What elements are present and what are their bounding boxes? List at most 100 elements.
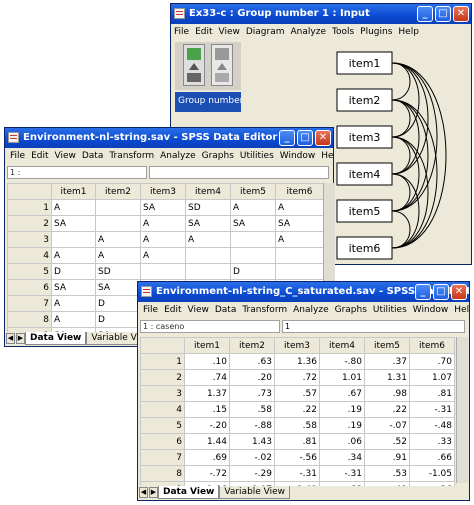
data-cell[interactable]: -1.05: [409, 465, 455, 482]
menu-edit[interactable]: Edit: [192, 24, 215, 40]
row-header[interactable]: 5: [140, 417, 185, 434]
menu-window[interactable]: Window: [410, 302, 452, 318]
row-header[interactable]: 5: [7, 263, 52, 280]
menu-help[interactable]: Help: [451, 302, 469, 318]
column-header[interactable]: item5: [364, 337, 410, 354]
data-cell[interactable]: [140, 263, 186, 280]
data-cell[interactable]: A: [185, 231, 231, 248]
data-cell[interactable]: SA: [95, 279, 141, 296]
data-cell[interactable]: .74: [184, 369, 230, 386]
group-number-label[interactable]: Group number: [178, 96, 241, 106]
column-header[interactable]: item6: [275, 183, 324, 200]
row-header[interactable]: 7: [140, 449, 185, 466]
data-cell[interactable]: .58: [274, 417, 320, 434]
column-header[interactable]: item4: [185, 183, 231, 200]
menu-utilities[interactable]: Utilities: [370, 302, 410, 318]
row-header[interactable]: 1: [7, 199, 52, 216]
row-header[interactable]: 6: [7, 279, 52, 296]
data-cell[interactable]: A: [230, 199, 276, 216]
row-header[interactable]: 6: [140, 433, 185, 450]
menu-edit[interactable]: Edit: [161, 302, 184, 318]
data-cell[interactable]: .81: [274, 433, 320, 450]
data-cell[interactable]: 1.31: [364, 369, 410, 386]
data-cell[interactable]: 1.01: [319, 369, 365, 386]
close-icon[interactable]: ✕: [451, 284, 467, 300]
data-cell[interactable]: -.07: [364, 417, 410, 434]
data-cell[interactable]: -.80: [319, 353, 365, 370]
data-cell[interactable]: -.20: [184, 417, 230, 434]
data-cell[interactable]: [51, 231, 96, 248]
data-cell[interactable]: 1.43: [229, 433, 275, 450]
maximize-icon[interactable]: □: [435, 6, 451, 22]
menu-file[interactable]: File: [140, 302, 161, 318]
cell-value-input[interactable]: 1: [282, 320, 465, 333]
data-cell[interactable]: .22: [274, 401, 320, 418]
data-cell[interactable]: 1.07: [409, 369, 455, 386]
maximize-icon[interactable]: □: [433, 284, 449, 300]
menu-data[interactable]: Data: [79, 148, 107, 164]
data-cell[interactable]: .58: [229, 401, 275, 418]
data-cell[interactable]: .91: [364, 449, 410, 466]
column-header[interactable]: item6: [409, 337, 455, 354]
data-cell[interactable]: D: [95, 311, 141, 328]
data-cell[interactable]: .06: [319, 433, 365, 450]
data-cell[interactable]: .72: [274, 369, 320, 386]
column-header[interactable]: item3: [274, 337, 320, 354]
row-header[interactable]: 1: [140, 353, 185, 370]
data-cell[interactable]: .81: [409, 385, 455, 402]
data-cell[interactable]: -.29: [229, 465, 275, 482]
data-cell[interactable]: A: [275, 231, 324, 248]
tab-variable-view[interactable]: Variable View: [219, 486, 291, 499]
menu-data[interactable]: Data: [212, 302, 240, 318]
data-cell[interactable]: A: [95, 231, 141, 248]
row-header[interactable]: 4: [140, 401, 185, 418]
row-header[interactable]: 8: [7, 311, 52, 328]
data-cell[interactable]: [95, 215, 141, 232]
data-cell[interactable]: -.31: [274, 465, 320, 482]
cell-value-input[interactable]: [149, 166, 329, 179]
data-cell[interactable]: .37: [364, 353, 410, 370]
data-cell[interactable]: [185, 263, 231, 280]
minimize-icon[interactable]: _: [417, 6, 433, 22]
observed-variable-box[interactable]: item2: [336, 88, 393, 112]
data-cell[interactable]: .15: [184, 401, 230, 418]
menu-analyze[interactable]: Analyze: [157, 148, 198, 164]
data-cell[interactable]: 1.36: [274, 353, 320, 370]
data-cell[interactable]: [230, 231, 276, 248]
menu-graphs[interactable]: Graphs: [332, 302, 370, 318]
data-cell[interactable]: SA: [275, 215, 324, 232]
data-cell[interactable]: -.72: [184, 465, 230, 482]
data-cell[interactable]: SA: [51, 279, 96, 296]
menu-file[interactable]: File: [171, 24, 192, 40]
data-cell[interactable]: .19: [319, 401, 365, 418]
menu-transform[interactable]: Transform: [239, 302, 290, 318]
data-cell[interactable]: .10: [184, 353, 230, 370]
minimize-icon[interactable]: _: [279, 130, 295, 146]
data-cell[interactable]: A: [51, 295, 96, 312]
data-cell[interactable]: A: [275, 199, 324, 216]
data-cell[interactable]: -.48: [409, 417, 455, 434]
tab-variable-view[interactable]: Variable V: [86, 332, 142, 345]
data-cell[interactable]: -.56: [274, 449, 320, 466]
menu-diagram[interactable]: Diagram: [243, 24, 288, 40]
close-icon[interactable]: ✕: [315, 130, 331, 146]
close-icon[interactable]: ✕: [453, 6, 469, 22]
menu-utilities[interactable]: Utilities: [237, 148, 277, 164]
observed-variable-box[interactable]: item4: [336, 162, 393, 186]
data-cell[interactable]: .67: [319, 385, 365, 402]
data-cell[interactable]: A: [95, 247, 141, 264]
data-cell[interactable]: -.88: [229, 417, 275, 434]
row-header[interactable]: 2: [7, 215, 52, 232]
data-cell[interactable]: D: [51, 263, 96, 280]
data-cell[interactable]: A: [140, 231, 186, 248]
row-header[interactable]: 7: [7, 295, 52, 312]
observed-variable-box[interactable]: item5: [336, 199, 393, 223]
scroll-right-icon[interactable]: ▶: [16, 333, 25, 344]
data-cell[interactable]: .22: [364, 401, 410, 418]
data-cell[interactable]: SD: [185, 199, 231, 216]
column-header[interactable]: item3: [140, 183, 186, 200]
data-cell[interactable]: .63: [229, 353, 275, 370]
menu-view[interactable]: View: [216, 24, 243, 40]
column-header[interactable]: item4: [319, 337, 365, 354]
data-cell[interactable]: SA: [51, 215, 96, 232]
